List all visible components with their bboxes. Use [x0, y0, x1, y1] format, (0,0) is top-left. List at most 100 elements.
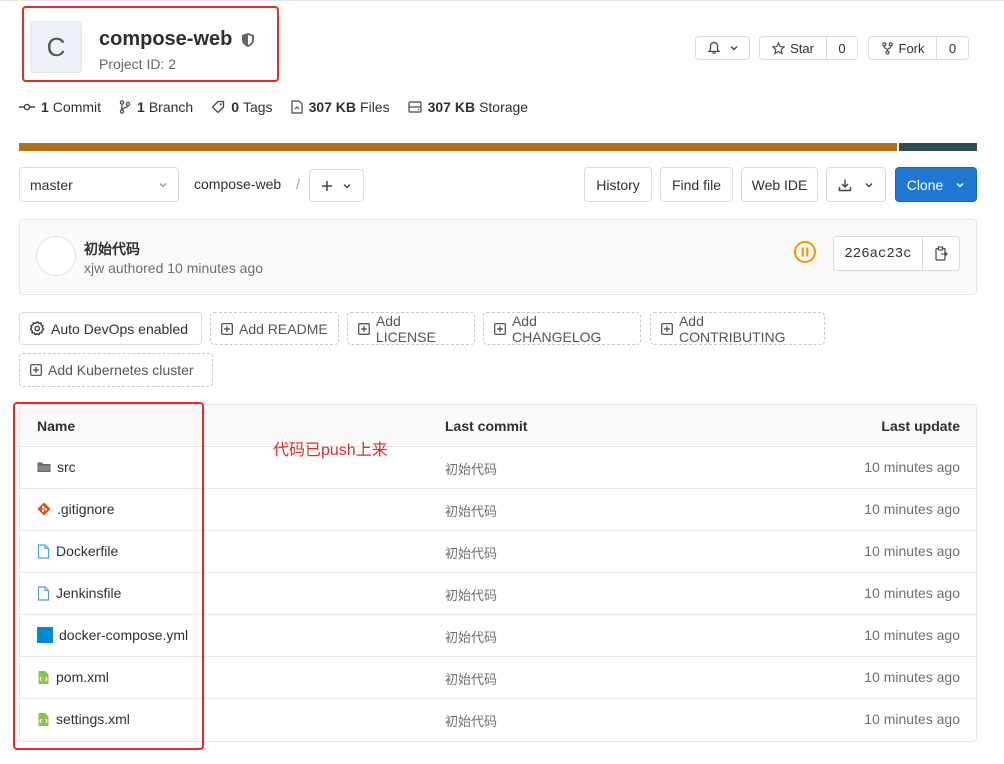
- stat-label: Commit: [52, 99, 102, 115]
- breadcrumb-separator: /: [296, 176, 300, 192]
- chevron-down-icon: [159, 182, 167, 187]
- add-license-label: Add LICENSE: [375, 312, 436, 345]
- file-icon: [290, 100, 303, 114]
- file-last-commit[interactable]: 初始代码: [445, 585, 497, 604]
- stat-files[interactable]: 307 KB Files: [290, 99, 390, 115]
- chevron-down-icon: [865, 182, 873, 187]
- breadcrumb-project[interactable]: compose-web: [194, 176, 281, 192]
- repository-language-bar[interactable]: [19, 143, 977, 151]
- file-last-commit[interactable]: 初始代码: [445, 543, 497, 562]
- plus-icon: [322, 180, 332, 191]
- stat-storage[interactable]: 307 KB Storage: [407, 99, 529, 115]
- add-kubernetes-button[interactable]: Add Kubernetes cluster: [19, 353, 213, 387]
- top-border: [0, 0, 1004, 1]
- column-last-commit: Last commit: [445, 418, 528, 434]
- commit-meta: xjw authored 10 minutes ago: [84, 260, 263, 276]
- download-dropdown[interactable]: [826, 167, 886, 202]
- stat-branches[interactable]: 1 Branch: [119, 99, 193, 115]
- web-ide-button[interactable]: Web IDE: [741, 167, 818, 202]
- highlight-box-header: [22, 6, 279, 82]
- file-last-commit[interactable]: 初始代码: [445, 669, 497, 688]
- add-changelog-label: Add CHANGELOG: [511, 312, 602, 345]
- branch-selector[interactable]: master: [19, 167, 179, 202]
- star-count[interactable]: 0: [826, 37, 857, 59]
- fork-button-group: Fork 0: [868, 36, 969, 60]
- star-button[interactable]: Star: [760, 37, 826, 59]
- file-last-update: 10 minutes ago: [864, 501, 960, 517]
- commit-icon: [19, 103, 35, 111]
- file-last-update: 10 minutes ago: [864, 627, 960, 643]
- commit-author-avatar[interactable]: [36, 236, 76, 276]
- stat-label: Branch: [148, 99, 194, 115]
- file-last-commit[interactable]: 初始代码: [445, 627, 497, 646]
- auto-devops-label: Auto DevOps enabled: [51, 320, 188, 337]
- stat-label: Files: [360, 99, 390, 115]
- add-dropdown-button[interactable]: [309, 169, 364, 202]
- plus-square-icon: [358, 322, 370, 335]
- add-changelog-button[interactable]: Add CHANGELOG: [483, 312, 641, 345]
- stat-value: 0: [231, 99, 239, 115]
- storage-icon: [407, 101, 422, 113]
- stat-tags[interactable]: 0 Tags: [211, 99, 273, 115]
- copy-sha-button[interactable]: [922, 237, 959, 270]
- tag-icon: [211, 100, 225, 114]
- add-readme-label: Add README: [239, 320, 328, 337]
- chevron-down-icon: [730, 46, 737, 51]
- language-bar-segment[interactable]: [898, 143, 977, 151]
- clone-label: Clone: [906, 176, 944, 193]
- fork-label: Fork: [898, 40, 925, 56]
- chevron-down-icon: [343, 183, 351, 188]
- add-license-button[interactable]: Add LICENSE: [347, 312, 475, 345]
- annotation-text: 代码已push上来: [273, 442, 388, 459]
- highlight-box-files: [13, 402, 204, 750]
- add-readme-button[interactable]: Add README: [210, 312, 339, 345]
- file-last-commit[interactable]: 初始代码: [445, 501, 497, 520]
- plus-square-icon: [661, 322, 673, 335]
- plus-square-icon: [221, 322, 233, 335]
- commit-sha-group: 226ac23c: [833, 236, 960, 271]
- file-last-update: 10 minutes ago: [864, 543, 960, 559]
- pipeline-paused-icon[interactable]: [793, 240, 817, 264]
- file-last-update: 10 minutes ago: [864, 711, 960, 727]
- stat-label: Storage: [479, 99, 529, 115]
- project-stats: 1 Commit 1 Branch 0 Tags 307 KB Files 307 KB…: [19, 99, 546, 115]
- stat-value: 307 KB: [308, 99, 357, 115]
- star-button-group: Star 0: [759, 36, 858, 60]
- file-last-commit[interactable]: 初始代码: [445, 459, 497, 478]
- file-last-update: 10 minutes ago: [864, 585, 960, 601]
- file-last-update: 10 minutes ago: [864, 669, 960, 685]
- file-last-update: 10 minutes ago: [864, 459, 960, 475]
- clipboard-icon: [934, 246, 948, 261]
- history-button[interactable]: History: [584, 167, 652, 202]
- download-icon: [838, 179, 852, 191]
- chevron-down-icon: [956, 182, 964, 188]
- stat-commits[interactable]: 1 Commit: [19, 99, 101, 115]
- clone-button[interactable]: Clone: [895, 167, 977, 202]
- notification-dropdown[interactable]: [695, 36, 750, 60]
- add-contributing-label: Add CONTRIBUTING: [678, 312, 786, 345]
- bell-icon: [707, 41, 720, 54]
- gear-icon: [30, 321, 45, 336]
- file-last-commit[interactable]: 初始代码: [445, 711, 497, 730]
- stat-value: 1: [137, 99, 145, 115]
- find-file-button[interactable]: Find file: [660, 167, 733, 202]
- star-label: Star: [790, 40, 814, 56]
- add-kubernetes-label: Add Kubernetes cluster: [48, 362, 194, 378]
- stat-value: 307 KB: [427, 99, 476, 115]
- fork-count[interactable]: 0: [936, 37, 968, 59]
- column-last-update: Last update: [881, 418, 960, 434]
- stat-value: 1: [41, 99, 49, 115]
- commit-sha[interactable]: 226ac23c: [834, 237, 922, 270]
- branch-icon: [119, 100, 131, 114]
- stat-label: Tags: [242, 99, 273, 115]
- add-contributing-button[interactable]: Add CONTRIBUTING: [650, 312, 825, 345]
- language-bar-segment[interactable]: [19, 143, 897, 151]
- plus-square-icon: [30, 364, 42, 376]
- auto-devops-button[interactable]: Auto DevOps enabled: [19, 312, 202, 345]
- plus-square-icon: [494, 322, 506, 335]
- fork-icon: [881, 41, 893, 55]
- star-icon: [772, 41, 786, 55]
- branch-selector-label: master: [30, 176, 73, 193]
- commit-title[interactable]: 初始代码: [84, 239, 140, 259]
- fork-button[interactable]: Fork: [869, 37, 936, 59]
